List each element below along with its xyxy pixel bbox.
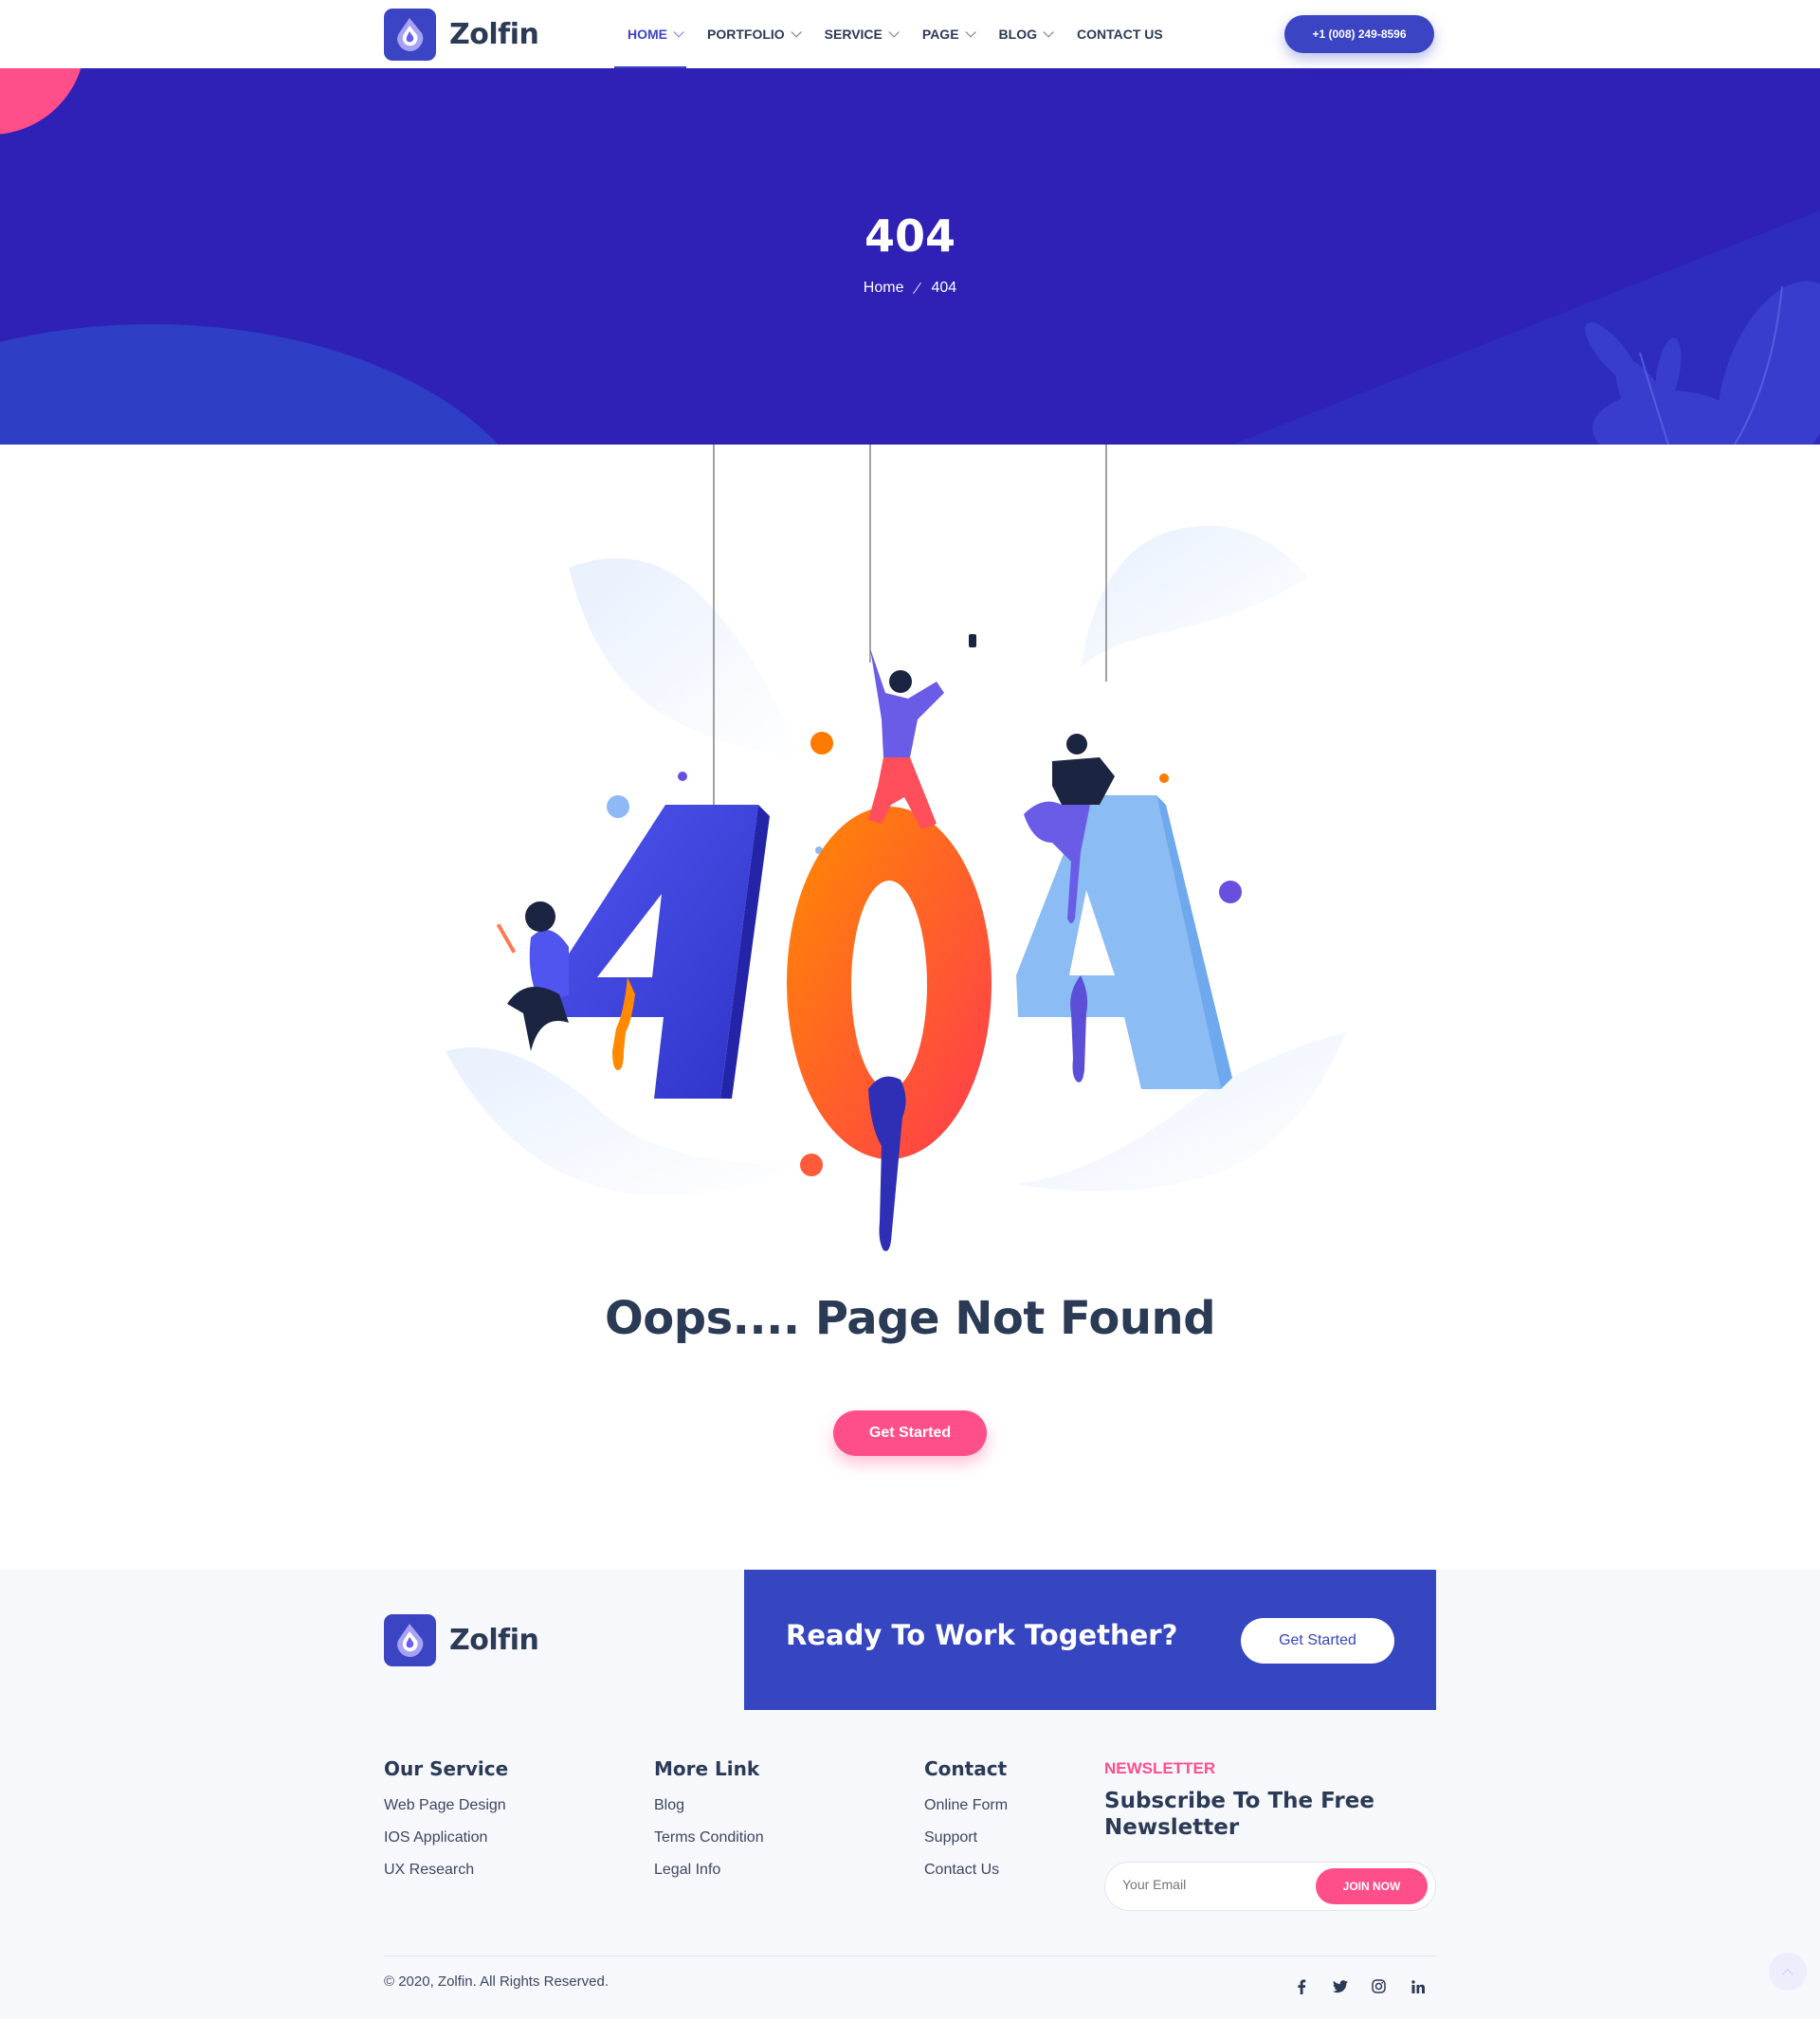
- newsletter: NEWSLETTER Subscribe To The Free Newslet…: [1104, 1759, 1436, 1911]
- footer-link[interactable]: UX Research: [384, 1862, 508, 1882]
- footer-link[interactable]: Legal Info: [654, 1862, 764, 1882]
- error-heading: Oops.... Page Not Found: [604, 1292, 1216, 1345]
- copyright-text: © 2020, Zolfin. All Rights Reserved.: [384, 1974, 609, 1990]
- nav-contact-us[interactable]: CONTACT US: [1077, 0, 1163, 68]
- nav-label: CONTACT US: [1076, 27, 1163, 42]
- site-footer: Zolfin Ready To Work Together? Get Start…: [0, 1570, 1820, 2019]
- cta-banner-button[interactable]: Get Started: [1241, 1618, 1394, 1664]
- 404-illustration: [436, 445, 1384, 1269]
- breadcrumb-current: 404: [931, 280, 957, 296]
- site-header: Zolfin HOME PORTFOLIO SERVICE PAGE BLOG …: [0, 0, 1820, 68]
- nav-label: PORTFOLIO: [707, 27, 785, 42]
- footer-link[interactable]: Web Page Design: [384, 1797, 508, 1817]
- cta-banner: Ready To Work Together? Get Started: [744, 1570, 1436, 1710]
- footer-divider: [384, 1955, 1436, 1956]
- chevron-up-icon: [1782, 1969, 1793, 1980]
- brand-name: Zolfin: [449, 1624, 539, 1657]
- footer-column-more-link: More Link Blog Terms Condition Legal Inf…: [654, 1757, 764, 1894]
- footer-link[interactable]: Online Form: [924, 1797, 1008, 1817]
- main-nav: HOME PORTFOLIO SERVICE PAGE BLOG CONTACT…: [614, 0, 1190, 68]
- column-title: More Link: [654, 1757, 760, 1780]
- newsletter-form: JOIN NOW: [1104, 1862, 1436, 1911]
- breadcrumb: Home 404: [0, 280, 1820, 297]
- get-started-button[interactable]: Get Started: [833, 1410, 987, 1456]
- nav-portfolio[interactable]: PORTFOLIO: [707, 0, 802, 68]
- linkedin-icon[interactable]: [1409, 1977, 1427, 1995]
- nav-home[interactable]: HOME: [614, 0, 686, 68]
- join-now-button[interactable]: JOIN NOW: [1316, 1868, 1428, 1904]
- cta-banner-text: Ready To Work Together?: [786, 1619, 1178, 1651]
- footer-link[interactable]: Blog: [654, 1797, 764, 1817]
- brand-name: Zolfin: [449, 18, 539, 51]
- footer-link[interactable]: Contact Us: [924, 1862, 1008, 1882]
- scroll-to-top-button[interactable]: [1769, 1953, 1807, 1991]
- nav-label: SERVICE: [824, 27, 883, 42]
- chevron-down-icon: [964, 27, 976, 38]
- social-links: [1292, 1977, 1427, 1995]
- footer-brand-logo[interactable]: Zolfin: [384, 1614, 539, 1666]
- chevron-down-icon: [888, 27, 900, 38]
- phone-button[interactable]: +1 (008) 249-8596: [1284, 15, 1434, 53]
- twitter-icon[interactable]: [1331, 1977, 1349, 1995]
- nav-label: PAGE: [921, 27, 959, 42]
- footer-link[interactable]: IOS Application: [384, 1829, 508, 1849]
- nav-page[interactable]: PAGE: [921, 0, 976, 68]
- footer-column-contact: Contact Online Form Support Contact Us: [924, 1757, 1008, 1894]
- logo-icon: [384, 1614, 436, 1666]
- breadcrumb-home[interactable]: Home: [864, 280, 904, 297]
- brand-logo[interactable]: Zolfin: [384, 9, 539, 61]
- email-field[interactable]: [1122, 1877, 1293, 1892]
- nav-label: HOME: [628, 27, 667, 42]
- newsletter-label: NEWSLETTER: [1104, 1759, 1216, 1777]
- page-banner: 404 Home 404: [0, 68, 1820, 445]
- newsletter-title: Subscribe To The Free Newsletter: [1104, 1789, 1374, 1840]
- footer-link[interactable]: Terms Condition: [654, 1829, 764, 1849]
- instagram-icon[interactable]: [1370, 1977, 1388, 1995]
- footer-link[interactable]: Support: [924, 1829, 1008, 1849]
- chevron-down-icon: [791, 27, 802, 38]
- page-title: 404: [864, 210, 956, 262]
- nav-service[interactable]: SERVICE: [824, 0, 900, 68]
- facebook-icon[interactable]: [1292, 1977, 1310, 1995]
- chevron-down-icon: [1043, 27, 1054, 38]
- breadcrumb-separator: [913, 282, 922, 295]
- logo-icon: [384, 9, 436, 61]
- column-title: Our Service: [384, 1757, 509, 1780]
- chevron-down-icon: [673, 27, 684, 38]
- nav-label: BLOG: [998, 27, 1037, 42]
- footer-column-our-service: Our Service Web Page Design IOS Applicat…: [384, 1757, 508, 1894]
- nav-blog[interactable]: BLOG: [998, 0, 1054, 68]
- figure-sitting: [496, 901, 569, 1051]
- column-title: Contact: [924, 1757, 1008, 1780]
